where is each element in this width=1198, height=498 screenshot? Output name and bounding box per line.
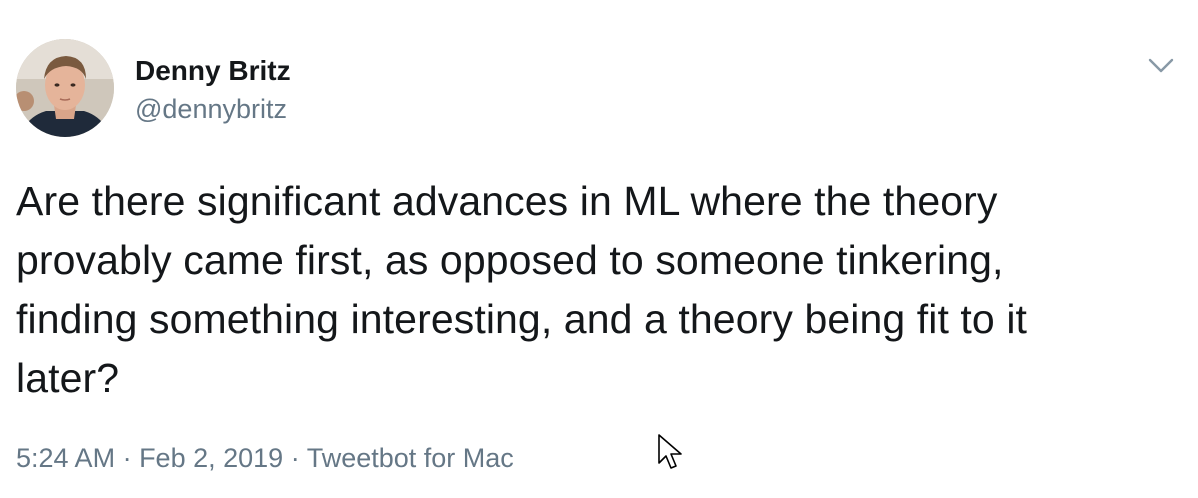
meta-separator: · bbox=[283, 443, 307, 473]
tweet-date[interactable]: Feb 2, 2019 bbox=[139, 443, 283, 473]
avatar-image bbox=[16, 39, 114, 137]
tweet-text-line: later? bbox=[16, 355, 120, 401]
chevron-down-icon bbox=[1148, 58, 1174, 73]
tweet-text-line: finding something interesting, and a the… bbox=[16, 296, 1028, 342]
tweet-card: Denny Britz @dennybritz Are there signif… bbox=[0, 0, 1198, 498]
author-handle[interactable]: @dennybritz bbox=[135, 92, 287, 126]
tweet-text: Are there significant advances in ML whe… bbox=[16, 172, 1186, 408]
tweet-text-line: provably came first, as opposed to someo… bbox=[16, 237, 1004, 283]
tweet-menu-button[interactable] bbox=[1146, 54, 1176, 78]
meta-separator: · bbox=[115, 443, 140, 473]
tweet-source[interactable]: Tweetbot for Mac bbox=[307, 443, 514, 473]
mouse-cursor-icon bbox=[656, 433, 686, 473]
author-display-name[interactable]: Denny Britz bbox=[135, 54, 291, 88]
tweet-metadata: 5:24 AM · Feb 2, 2019 · Tweetbot for Mac bbox=[16, 440, 514, 476]
tweet-time[interactable]: 5:24 AM bbox=[16, 443, 115, 473]
tweet-text-line: Are there significant advances in ML whe… bbox=[16, 178, 998, 224]
avatar[interactable] bbox=[16, 39, 114, 137]
